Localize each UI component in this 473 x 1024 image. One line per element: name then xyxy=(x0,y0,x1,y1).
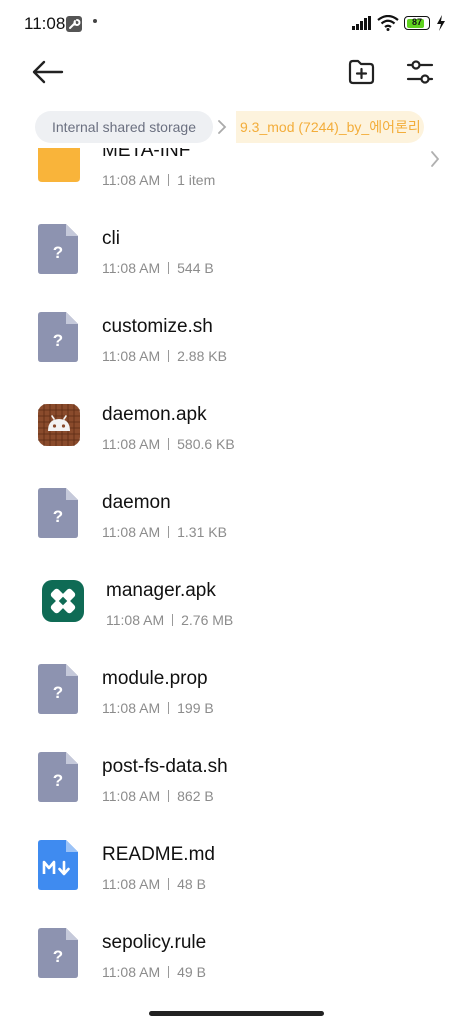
file-name: cli xyxy=(102,228,120,249)
file-size: 1.31 KB xyxy=(177,524,227,540)
svg-text:?: ? xyxy=(53,771,63,790)
file-name: customize.sh xyxy=(102,316,213,337)
file-size: 580.6 KB xyxy=(177,436,235,452)
file-meta: 11:08 AM 1 item xyxy=(102,172,215,188)
meta-divider xyxy=(172,614,174,626)
charging-bolt-icon xyxy=(436,15,446,36)
svg-text:?: ? xyxy=(53,507,63,526)
file-size: 862 B xyxy=(177,788,214,804)
file-name: module.prop xyxy=(102,668,208,689)
meta-divider xyxy=(168,438,170,450)
file-meta: 11:08 AM 48 B xyxy=(102,876,206,892)
file-meta: 11:08 AM 49 B xyxy=(102,964,206,980)
file-name: META-INF xyxy=(102,148,191,161)
meta-divider xyxy=(168,790,170,802)
svg-text:?: ? xyxy=(53,683,63,702)
file-meta: 11:08 AM 1.31 KB xyxy=(102,524,227,540)
file-row[interactable]: manager.apk 11:08 AM 2.76 MB xyxy=(0,561,473,649)
file-time: 11:08 AM xyxy=(102,788,161,804)
battery-icon: 87 xyxy=(404,16,430,30)
file-time: 11:08 AM xyxy=(102,964,161,980)
file-row[interactable]: ? daemon 11:08 AM 1.31 KB xyxy=(0,473,473,561)
battery-level: 87 xyxy=(411,17,422,27)
status-time: 11:08 xyxy=(24,14,66,33)
breadcrumb-current[interactable]: 9.3_mod (7244)_by_에어론리 xyxy=(236,111,424,143)
unknown-file-icon: ? xyxy=(38,752,80,802)
file-size: 2.76 MB xyxy=(181,612,234,628)
notification-dot-icon xyxy=(93,19,97,23)
folder-plus-icon xyxy=(348,59,375,85)
file-meta: 11:08 AM 580.6 KB xyxy=(102,436,235,452)
file-time: 11:08 AM xyxy=(106,612,165,628)
new-folder-button[interactable] xyxy=(346,58,376,86)
signal-icon xyxy=(352,16,372,35)
unknown-file-icon: ? xyxy=(38,928,80,978)
file-size: 1 item xyxy=(177,172,216,188)
file-meta: 11:08 AM 199 B xyxy=(102,700,214,716)
unknown-file-icon: ? xyxy=(38,488,80,538)
breadcrumb-root[interactable]: Internal shared storage xyxy=(35,111,213,143)
file-time: 11:08 AM xyxy=(102,700,161,716)
meta-divider xyxy=(168,174,170,186)
file-name: daemon.apk xyxy=(102,404,207,425)
file-name: post-fs-data.sh xyxy=(102,756,228,777)
meta-divider xyxy=(168,966,170,978)
file-time: 11:08 AM xyxy=(102,348,161,364)
wrench-icon xyxy=(66,16,82,32)
svg-text:?: ? xyxy=(53,243,63,262)
file-row[interactable]: ? cli 11:08 AM 544 B xyxy=(0,209,473,297)
file-row[interactable]: README.md 11:08 AM 48 B xyxy=(0,825,473,913)
file-meta: 11:08 AM 862 B xyxy=(102,788,214,804)
markdown-file-icon xyxy=(38,840,80,890)
file-meta: 11:08 AM 2.76 MB xyxy=(106,612,233,628)
arrow-left-icon xyxy=(32,60,64,84)
file-row[interactable]: META-INF 11:08 AM 1 item xyxy=(0,148,473,209)
file-name: README.md xyxy=(102,844,215,865)
file-size: 199 B xyxy=(177,700,214,716)
back-button[interactable] xyxy=(30,58,66,86)
meta-divider xyxy=(168,350,170,362)
unknown-file-icon: ? xyxy=(38,312,80,362)
file-row[interactable]: ? sepolicy.rule 11:08 AM 49 B xyxy=(0,913,473,998)
folder-icon xyxy=(38,148,80,182)
unknown-file-icon: ? xyxy=(38,664,80,714)
file-size: 48 B xyxy=(177,876,206,892)
file-size: 2.88 KB xyxy=(177,348,227,364)
file-row[interactable]: daemon.apk 11:08 AM 580.6 KB xyxy=(0,385,473,473)
svg-text:?: ? xyxy=(53,331,63,350)
meta-divider xyxy=(168,702,170,714)
file-time: 11:08 AM xyxy=(102,260,161,276)
breadcrumb: Internal shared storage 9.3_mod (7244)_b… xyxy=(0,108,473,148)
status-bar: 11:08 87 xyxy=(0,0,473,48)
file-time: 11:08 AM xyxy=(102,876,161,892)
file-time: 11:08 AM xyxy=(102,524,161,540)
file-meta: 11:08 AM 2.88 KB xyxy=(102,348,227,364)
file-name: manager.apk xyxy=(106,580,216,601)
android-apk-icon xyxy=(38,404,80,446)
chevron-right-icon xyxy=(430,150,440,173)
file-time: 11:08 AM xyxy=(102,436,161,452)
file-row[interactable]: ? post-fs-data.sh 11:08 AM 862 B xyxy=(0,737,473,825)
filter-button[interactable] xyxy=(404,56,436,88)
manager-app-icon xyxy=(42,580,84,622)
file-list: META-INF 11:08 AM 1 item? cli 11:08 AM 544 B?… xyxy=(0,148,473,998)
meta-divider xyxy=(168,878,170,890)
file-size: 544 B xyxy=(177,260,214,276)
sliders-icon xyxy=(406,60,434,84)
wifi-icon xyxy=(377,14,399,36)
file-row[interactable]: ? customize.sh 11:08 AM 2.88 KB xyxy=(0,297,473,385)
chevron-right-icon xyxy=(217,119,227,140)
meta-divider xyxy=(168,526,170,538)
home-indicator[interactable] xyxy=(149,1011,324,1016)
file-name: daemon xyxy=(102,492,171,513)
meta-divider xyxy=(168,262,170,274)
top-bar xyxy=(0,48,473,96)
svg-text:?: ? xyxy=(53,947,63,966)
file-time: 11:08 AM xyxy=(102,172,161,188)
file-row[interactable]: ? module.prop 11:08 AM 199 B xyxy=(0,649,473,737)
file-meta: 11:08 AM 544 B xyxy=(102,260,214,276)
unknown-file-icon: ? xyxy=(38,224,80,274)
file-name: sepolicy.rule xyxy=(102,932,207,953)
file-size: 49 B xyxy=(177,964,206,980)
